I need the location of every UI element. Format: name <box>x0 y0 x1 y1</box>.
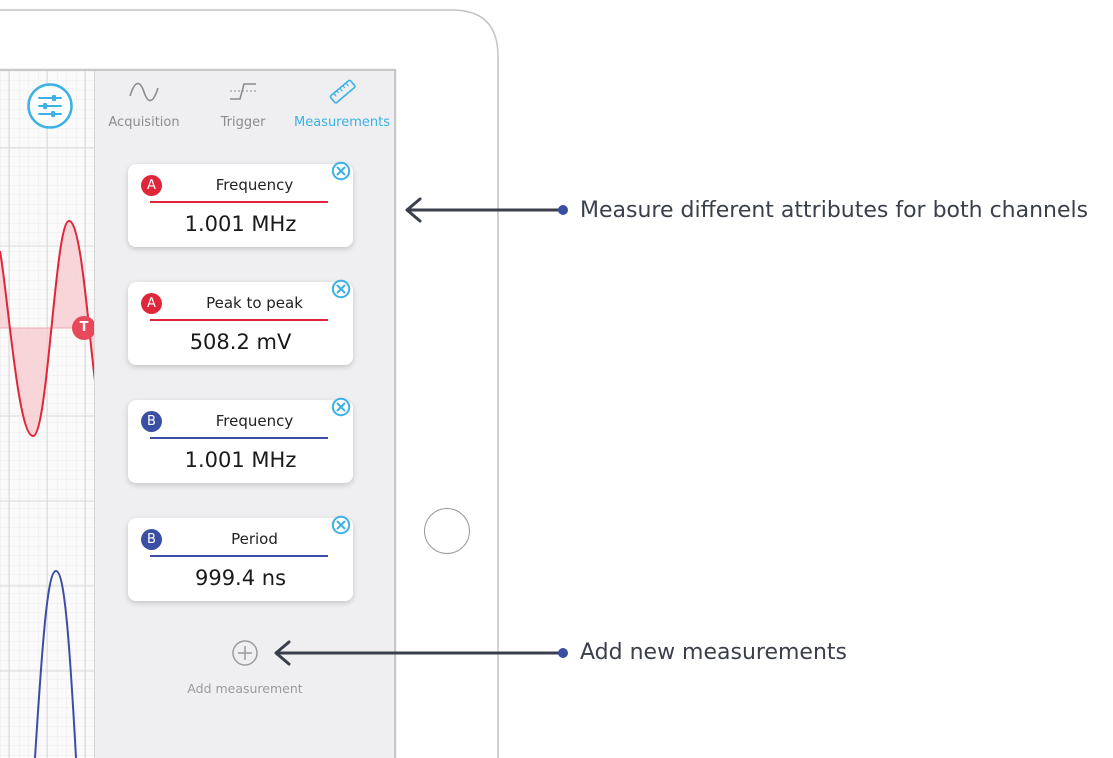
channel-b-underline <box>150 437 328 439</box>
measurement-value: 1.001 MHz <box>184 448 297 472</box>
measurement-value: 1.001 MHz <box>184 212 297 236</box>
measurement-name: Frequency <box>215 412 294 430</box>
channel-badge: A <box>141 175 162 196</box>
trigger-marker[interactable]: T <box>72 316 96 340</box>
channel-a-underline <box>150 319 328 321</box>
annotation-arrows <box>405 197 568 223</box>
screenshot-stage: T Acquisition Trigger Measurements A Fre… <box>0 0 1113 758</box>
measurement-value: 999.4 ns <box>194 566 287 590</box>
tab-acquisition[interactable]: Acquisition <box>96 74 192 132</box>
oscilloscope-graph[interactable] <box>0 71 95 758</box>
channel-badge: B <box>141 529 162 550</box>
remove-measurement-icon[interactable] <box>331 397 351 417</box>
remove-measurement-icon[interactable] <box>331 279 351 299</box>
settings-button[interactable] <box>26 82 74 130</box>
measurement-card[interactable]: A Peak to peak 508.2 mV <box>128 279 353 365</box>
sine-wave-icon <box>129 82 159 102</box>
callout-measure-attributes: Measure different attributes for both ch… <box>580 198 1089 223</box>
measurement-name: Peak to peak <box>206 294 303 312</box>
plus-circle-icon <box>232 640 258 666</box>
annotation-arrow-add <box>274 640 568 666</box>
callout-add-measurements: Add new measurements <box>580 640 847 665</box>
tab-trigger[interactable]: Trigger <box>196 74 290 132</box>
channel-b-underline <box>150 555 328 557</box>
trigger-edge-icon <box>230 83 256 100</box>
tab-acquisition-label: Acquisition <box>108 115 180 130</box>
tab-measurements-label: Measurements <box>293 115 391 130</box>
ruler-icon <box>329 79 356 104</box>
measurement-value: 508.2 mV <box>189 330 292 354</box>
channel-badge: B <box>141 411 162 432</box>
tab-trigger-label: Trigger <box>220 115 266 130</box>
channel-a-underline <box>150 201 328 203</box>
trigger-marker-label: T <box>79 320 89 335</box>
remove-measurement-icon[interactable] <box>331 161 351 181</box>
measurement-card[interactable]: B Period 999.4 ns <box>128 515 353 601</box>
channel-badge: A <box>141 293 162 314</box>
measurement-name: Period <box>231 530 278 548</box>
tab-measurements[interactable]: Measurements <box>292 74 392 132</box>
remove-measurement-icon[interactable] <box>331 515 351 535</box>
measurement-name: Frequency <box>215 176 294 194</box>
measurement-card[interactable]: A Frequency 1.001 MHz <box>128 161 353 247</box>
add-measurement-label: Add measurement <box>187 681 303 696</box>
sliders-icon <box>27 83 73 129</box>
measurement-card[interactable]: B Frequency 1.001 MHz <box>128 397 353 483</box>
